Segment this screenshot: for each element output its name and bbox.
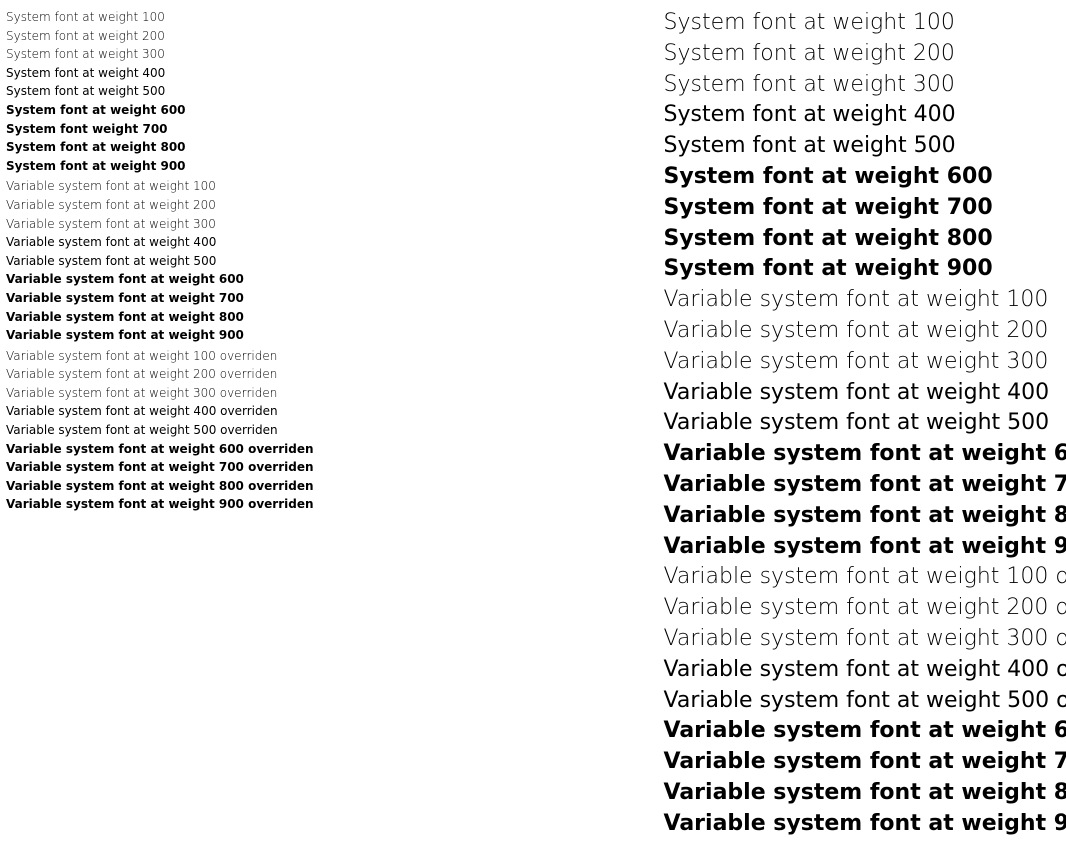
left-var-override-500: Variable system font at weight 500 overr…: [6, 421, 314, 440]
left-system-200: System font at weight 200: [6, 27, 314, 46]
main-container: System font at weight 100 System font at…: [0, 0, 1066, 848]
right-column: System font at weight 100 System font at…: [324, 8, 1066, 840]
right-var-override-500: Variable system font at weight 500 overr…: [664, 686, 1066, 717]
right-var-override-700: Variable system font at weight 700 overr…: [664, 747, 1066, 778]
left-var-override-900: Variable system font at weight 900 overr…: [6, 495, 314, 514]
right-var-override-900: Variable system font at weight 900 overr…: [664, 809, 1066, 840]
right-variable-100: Variable system font at weight 100: [664, 285, 1066, 316]
right-system-300: System font at weight 300: [664, 70, 1066, 101]
right-system-400: System font at weight 400: [664, 100, 1066, 131]
left-system-100: System font at weight 100: [6, 8, 314, 27]
right-system-200: System font at weight 200: [664, 39, 1066, 70]
right-variable-300: Variable system font at weight 300: [664, 347, 1066, 378]
right-system-800: System font at weight 800: [664, 224, 1066, 255]
right-system-100: System font at weight 100: [664, 8, 1066, 39]
left-variable-500: Variable system font at weight 500: [6, 252, 314, 271]
right-system-900: System font at weight 900: [664, 254, 1066, 285]
left-var-override-700: Variable system font at weight 700 overr…: [6, 458, 314, 477]
right-var-override-600: Variable system font at weight 600 overr…: [664, 716, 1066, 747]
right-var-override-100: Variable system font at weight 100 overr…: [664, 562, 1066, 593]
left-var-override-400: Variable system font at weight 400 overr…: [6, 402, 314, 421]
left-variable-200: Variable system font at weight 200: [6, 196, 314, 215]
right-system-700: System font at weight 700: [664, 193, 1066, 224]
right-variable-500: Variable system font at weight 500: [664, 408, 1066, 439]
right-var-override-300: Variable system font at weight 300 overr…: [664, 624, 1066, 655]
left-variable-800: Variable system font at weight 800: [6, 308, 314, 327]
right-variable-700: Variable system font at weight 700: [664, 470, 1066, 501]
left-variable-300: Variable system font at weight 300: [6, 215, 314, 234]
right-variable-400: Variable system font at weight 400: [664, 378, 1066, 409]
left-system-900: System font at weight 900: [6, 157, 314, 176]
left-variable-600: Variable system font at weight 600: [6, 270, 314, 289]
left-variable-100: Variable system font at weight 100: [6, 177, 314, 196]
left-system-600: System font at weight 600: [6, 101, 314, 120]
right-system-500: System font at weight 500: [664, 131, 1066, 162]
left-system-300: System font at weight 300: [6, 45, 314, 64]
left-system-500: System font at weight 500: [6, 82, 314, 101]
left-var-override-600: Variable system font at weight 600 overr…: [6, 440, 314, 459]
left-system-700: System font weight 700: [6, 120, 314, 139]
right-variable-800: Variable system font at weight 800: [664, 501, 1066, 532]
right-system-600: System font at weight 600: [664, 162, 1066, 193]
left-system-400: System font at weight 400: [6, 64, 314, 83]
right-var-override-400: Variable system font at weight 400 overr…: [664, 655, 1066, 686]
left-variable-700: Variable system font at weight 700: [6, 289, 314, 308]
right-var-override-200: Variable system font at weight 200 overr…: [664, 593, 1066, 624]
right-variable-900: Variable system font at weight 900: [664, 532, 1066, 563]
left-var-override-200: Variable system font at weight 200 overr…: [6, 365, 314, 384]
right-variable-200: Variable system font at weight 200: [664, 316, 1066, 347]
left-var-override-100: Variable system font at weight 100 overr…: [6, 347, 314, 366]
right-variable-600: Variable system font at weight 600: [664, 439, 1066, 470]
right-var-override-800: Variable system font at weight 800 overr…: [664, 778, 1066, 809]
left-column: System font at weight 100 System font at…: [6, 8, 324, 840]
left-system-800: System font at weight 800: [6, 138, 314, 157]
left-var-override-800: Variable system font at weight 800 overr…: [6, 477, 314, 496]
left-var-override-300: Variable system font at weight 300 overr…: [6, 384, 314, 403]
left-variable-900: Variable system font at weight 900: [6, 326, 314, 345]
left-variable-400: Variable system font at weight 400: [6, 233, 314, 252]
